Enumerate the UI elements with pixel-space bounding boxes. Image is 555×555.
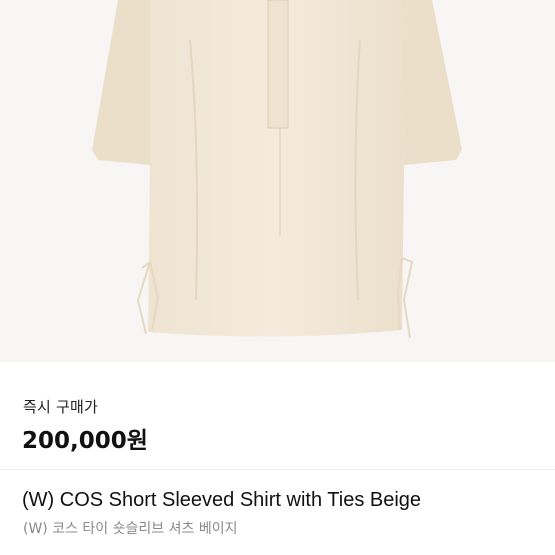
price-value: 200,000원 (22, 428, 148, 454)
product-image[interactable] (0, 0, 555, 362)
product-subtitle: (W) 코스 타이 숏슬리브 셔츠 베이지 (23, 521, 238, 537)
left-sleeve (92, 0, 150, 165)
shirt-illustration (92, 0, 462, 339)
divider (0, 469, 555, 470)
product-title: (W) COS Short Sleeved Shirt with Ties Be… (22, 489, 422, 511)
placket (267, 0, 289, 129)
right-sleeve (400, 0, 462, 165)
price-label: 즉시 구매가 (23, 398, 98, 416)
